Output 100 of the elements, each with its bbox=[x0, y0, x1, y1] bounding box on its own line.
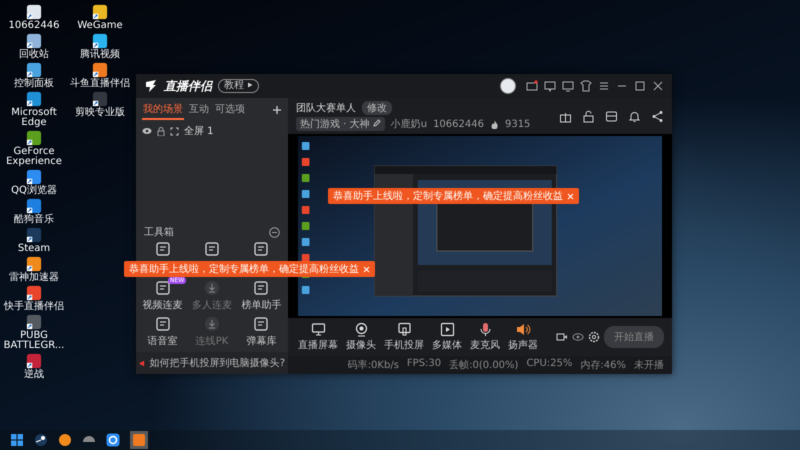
shortcut-label: 斗鱼直播伴侣 bbox=[70, 79, 130, 89]
mail-icon[interactable] bbox=[526, 80, 538, 92]
speaker-icon bbox=[139, 358, 147, 368]
shortcut-label: 剪映专业版 bbox=[75, 108, 125, 118]
toolbox-title: 工具箱 bbox=[144, 226, 174, 239]
category-tag[interactable]: 热门游戏 · 大神 bbox=[296, 117, 385, 131]
shortcut-icon[interactable] bbox=[92, 91, 108, 107]
shortcut-icon[interactable] bbox=[92, 33, 108, 49]
tool-icon bbox=[154, 280, 171, 296]
shortcut-label: 快手直播伴侣 bbox=[4, 302, 64, 312]
maximize-icon[interactable] bbox=[634, 80, 646, 92]
tutorial-button[interactable]: 教程 bbox=[218, 79, 260, 93]
shortcut-label: GeForce Experience bbox=[5, 147, 63, 167]
source-button[interactable]: 摄像头 bbox=[344, 322, 378, 352]
microphone-icon bbox=[478, 322, 492, 337]
shortcut-label: Steam bbox=[18, 244, 50, 254]
shortcut-label: 雷神加速器 bbox=[9, 273, 59, 283]
speaker-icon bbox=[516, 322, 530, 337]
tool-icon bbox=[154, 241, 171, 257]
tool-icon bbox=[204, 241, 220, 257]
shortcut-icon[interactable] bbox=[92, 62, 108, 78]
shortcut-icon[interactable] bbox=[26, 91, 42, 107]
unlock-icon[interactable] bbox=[582, 110, 595, 122]
source-button[interactable]: 多媒体 bbox=[430, 322, 464, 352]
tool-item[interactable]: 榜单助手 bbox=[236, 280, 286, 312]
download-icon bbox=[204, 316, 220, 332]
shortcut-label: QQ浏览器 bbox=[11, 186, 57, 196]
source-button[interactable]: 扬声器 bbox=[506, 322, 540, 352]
play-icon bbox=[247, 82, 254, 88]
tool-icon bbox=[253, 280, 270, 296]
app-logo-icon bbox=[144, 79, 158, 93]
source-button[interactable]: 麦克风 bbox=[468, 322, 502, 352]
add-icon[interactable] bbox=[272, 105, 282, 115]
shortcut-icon[interactable] bbox=[26, 227, 42, 243]
avatar-icon[interactable] bbox=[500, 78, 516, 94]
bell-icon[interactable] bbox=[628, 110, 641, 122]
webcam-icon bbox=[354, 322, 368, 337]
tool-item[interactable]: 语音室 bbox=[138, 316, 188, 348]
help-tip[interactable]: 如何把手机投屏到电脑摄像头? bbox=[136, 352, 288, 374]
shortcut-icon[interactable] bbox=[26, 256, 42, 272]
shortcut-icon[interactable] bbox=[26, 33, 42, 49]
scene-tab[interactable]: 可选项 bbox=[214, 100, 246, 120]
status-text: CPU:25% bbox=[526, 358, 572, 371]
message-icon[interactable] bbox=[544, 80, 556, 92]
shortcut-icon[interactable] bbox=[26, 130, 42, 146]
shortcut-label: 控制面板 bbox=[14, 79, 54, 89]
monitor-icon[interactable] bbox=[562, 80, 574, 92]
menu-icon[interactable] bbox=[598, 80, 610, 92]
tool-icon bbox=[253, 241, 270, 257]
shortcut-label: 回收站 bbox=[19, 50, 49, 60]
shortcut-icon[interactable] bbox=[26, 4, 42, 20]
close-icon[interactable] bbox=[652, 80, 664, 92]
popularity-count: 9315 bbox=[504, 118, 530, 130]
share-icon[interactable] bbox=[651, 110, 664, 122]
shortcut-icon[interactable] bbox=[26, 314, 42, 330]
shortcut-label: PUBG BATTLEGR... bbox=[2, 331, 66, 351]
eye-icon[interactable] bbox=[142, 127, 152, 135]
ring-icon[interactable] bbox=[106, 433, 120, 447]
shortcut-label: Microsoft Edge bbox=[10, 108, 58, 128]
flame-icon bbox=[490, 120, 499, 128]
source-button[interactable]: 直播屏幕 bbox=[296, 322, 340, 352]
eye-icon[interactable] bbox=[572, 331, 584, 343]
shortcut-icon[interactable] bbox=[26, 285, 42, 301]
shortcut-icon[interactable] bbox=[92, 4, 108, 20]
room-title: 团队大赛单人 bbox=[296, 102, 356, 115]
status-text: FPS:30 bbox=[406, 358, 442, 371]
shortcut-icon[interactable] bbox=[26, 198, 42, 214]
tool-icon bbox=[154, 316, 171, 332]
settings-icon[interactable] bbox=[588, 331, 600, 343]
room-id: 10662446 bbox=[433, 118, 484, 130]
scene-tab[interactable]: 互动 bbox=[188, 100, 210, 120]
shirt-icon[interactable] bbox=[580, 80, 592, 92]
app-taskbar-icon[interactable] bbox=[130, 431, 148, 449]
phone-icon bbox=[396, 322, 412, 337]
lock-icon[interactable] bbox=[157, 126, 165, 136]
shortcut-label: WeGame bbox=[77, 21, 123, 31]
status-text: 内存:46% bbox=[580, 358, 626, 372]
video-camera-icon[interactable] bbox=[556, 331, 568, 343]
steam-icon[interactable] bbox=[34, 433, 48, 447]
shortcut-icon[interactable] bbox=[26, 169, 42, 185]
start-icon[interactable] bbox=[10, 433, 24, 447]
play-icon bbox=[440, 322, 454, 337]
tool-icon bbox=[253, 316, 270, 332]
shortcut-icon[interactable] bbox=[26, 353, 42, 369]
status-text: 未开播 bbox=[634, 358, 664, 372]
shortcut-label: 逆战 bbox=[24, 370, 44, 380]
app-name: 直播伴侣 bbox=[164, 78, 212, 94]
scene-tab[interactable]: 我的场景 bbox=[142, 100, 184, 120]
shortcut-label: 10662446 bbox=[8, 21, 60, 31]
collapse-icon[interactable] bbox=[269, 226, 280, 238]
box-icon[interactable] bbox=[605, 110, 618, 122]
shortcut-icon[interactable] bbox=[26, 62, 42, 78]
source-button[interactable]: 手机投屏 bbox=[382, 322, 426, 352]
scene-name[interactable]: 全屏 1 bbox=[184, 124, 214, 138]
edit-button[interactable]: 修改 bbox=[362, 101, 392, 115]
fullscreen-icon bbox=[170, 126, 179, 136]
monitor-icon bbox=[310, 322, 326, 337]
tool-item[interactable]: 弹幕库 bbox=[236, 316, 286, 348]
status-text: 码率:0Kb/s bbox=[348, 358, 399, 372]
app-circle-icon[interactable] bbox=[58, 433, 72, 447]
